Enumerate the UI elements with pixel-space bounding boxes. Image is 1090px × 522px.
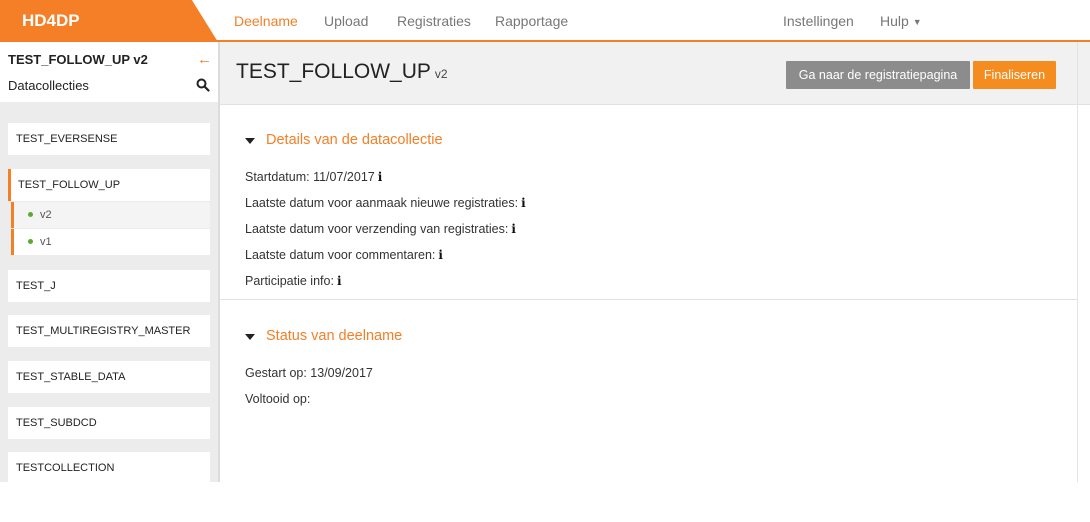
detail-submission-text: Laatste datum voor verzending van regist… — [245, 222, 509, 236]
status-section-title[interactable]: Status van deelname — [266, 328, 402, 344]
info-icon[interactable]: i — [438, 248, 443, 262]
version-label: v1 — [40, 236, 52, 248]
info-icon[interactable]: i — [511, 222, 516, 236]
page-title: TEST_FOLLOW_UP v2 — [236, 60, 448, 84]
caret-down-icon[interactable] — [245, 138, 255, 144]
detail-participation-text: Participatie info: — [245, 274, 334, 288]
search-icon[interactable] — [196, 78, 210, 92]
sidebar-item-test-eversense[interactable]: TEST_EVERSENSE — [8, 123, 210, 155]
details-section-title[interactable]: Details van de datacollectie — [266, 132, 443, 148]
nav-registraties[interactable]: Registraties — [397, 0, 471, 42]
nav-hulp-label: Hulp — [880, 13, 909, 29]
sidebar-item-test-j[interactable]: TEST_J — [8, 270, 210, 302]
section-divider — [220, 299, 1078, 300]
caret-down-icon: ▼ — [912, 17, 922, 27]
detail-new-registrations-deadline: Laatste datum voor aanmaak nieuwe regist… — [245, 196, 526, 210]
status-dot-icon — [28, 212, 33, 217]
sidebar: TEST_FOLLOW_UP v2 ← Datacollecties TEST_… — [0, 42, 219, 482]
nav-hulp-dropdown[interactable]: Hulp ▼ — [880, 0, 922, 42]
sidebar-version-v1[interactable]: v1 — [11, 229, 210, 255]
sidebar-header: TEST_FOLLOW_UP v2 ← Datacollecties — [0, 42, 219, 102]
page-title-text: TEST_FOLLOW_UP — [236, 60, 431, 83]
detail-start-date: Startdatum: 11/07/2017 i — [245, 170, 382, 184]
nav-upload[interactable]: Upload — [324, 0, 368, 42]
status-completed: Voltooid op: — [245, 392, 311, 406]
sidebar-item-test-subdcd[interactable]: TEST_SUBDCD — [8, 407, 210, 439]
info-icon[interactable]: i — [337, 274, 342, 288]
content-right-border — [1077, 42, 1078, 482]
sidebar-divider — [218, 42, 220, 482]
top-navbar: HD4DP Deelname Upload Registraties Rappo… — [0, 0, 1090, 42]
detail-new-registrations-text: Laatste datum voor aanmaak nieuwe regist… — [245, 196, 519, 210]
sidebar-item-test-follow-up[interactable]: TEST_FOLLOW_UP — [8, 169, 210, 201]
brand-logo[interactable]: HD4DP — [0, 0, 218, 42]
sidebar-item-test-multiregistry-master[interactable]: TEST_MULTIREGISTRY_MASTER — [8, 315, 210, 347]
detail-submission-deadline: Laatste datum voor verzending van regist… — [245, 222, 516, 236]
detail-participation-info: Participatie info: i — [245, 274, 342, 288]
nav-rapportage[interactable]: Rapportage — [495, 0, 568, 42]
status-dot-icon — [28, 239, 33, 244]
arrow-left-icon[interactable]: ← — [197, 51, 212, 68]
finalize-button[interactable]: Finaliseren — [973, 61, 1056, 89]
nav-instellingen[interactable]: Instellingen — [783, 0, 854, 42]
page-title-version: v2 — [434, 67, 448, 81]
caret-down-icon[interactable] — [245, 334, 255, 340]
detail-comments-text: Laatste datum voor commentaren: — [245, 248, 436, 262]
info-icon[interactable]: i — [378, 170, 383, 184]
sidebar-title: TEST_FOLLOW_UP v2 — [8, 52, 148, 67]
sidebar-item-test-stable-data[interactable]: TEST_STABLE_DATA — [8, 361, 210, 393]
info-icon[interactable]: i — [521, 196, 526, 210]
detail-comments-deadline: Laatste datum voor commentaren: i — [245, 248, 443, 262]
version-label: v2 — [40, 209, 52, 221]
status-started: Gestart op: 13/09/2017 — [245, 366, 373, 380]
goto-registration-button[interactable]: Ga naar de registratiepagina — [786, 61, 970, 89]
sidebar-item-testcollection[interactable]: TESTCOLLECTION — [8, 452, 210, 482]
detail-start-date-text: Startdatum: 11/07/2017 — [245, 170, 375, 184]
page-header: TEST_FOLLOW_UP v2 Ga naar de registratiep… — [220, 42, 1090, 105]
nav-deelname[interactable]: Deelname — [234, 0, 298, 42]
sidebar-subtitle: Datacollecties — [8, 78, 89, 93]
sidebar-version-v2[interactable]: v2 — [11, 202, 210, 228]
